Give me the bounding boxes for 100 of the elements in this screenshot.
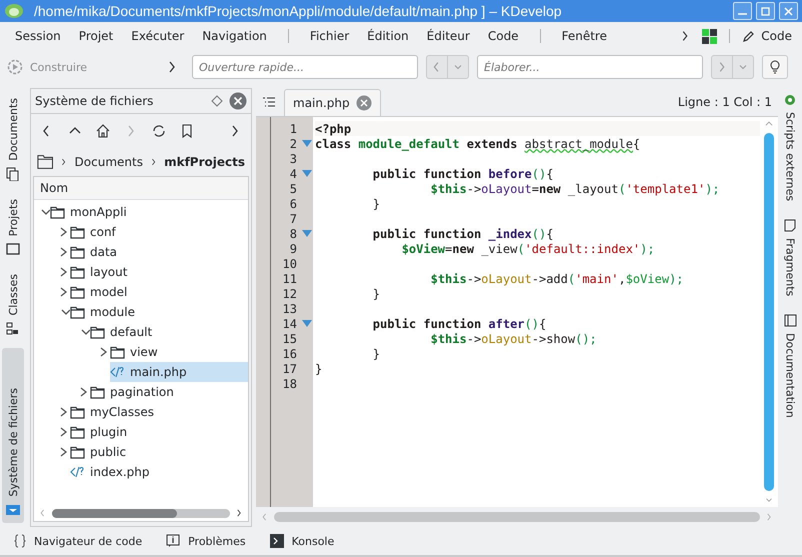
folder-icon bbox=[90, 326, 105, 338]
code-line: } bbox=[372, 346, 380, 360]
code-line: public function _index(){ bbox=[372, 226, 554, 240]
tree-item[interactable]: conf bbox=[70, 222, 248, 242]
side-tab[interactable]: Projets bbox=[2, 192, 24, 262]
line-number: 16 bbox=[282, 346, 297, 360]
tree-item[interactable]: default bbox=[90, 322, 248, 342]
menu-item[interactable]: Exécuter bbox=[122, 29, 194, 43]
menu-item[interactable]: Fichier bbox=[300, 29, 358, 43]
side-tab[interactable]: Fragments bbox=[784, 219, 796, 296]
grid-icon[interactable] bbox=[702, 28, 718, 44]
list-icon[interactable] bbox=[262, 96, 276, 108]
minimize-icon bbox=[738, 13, 747, 15]
outline-field[interactable]: Élaborer... bbox=[477, 55, 703, 79]
folder-icon bbox=[70, 406, 85, 418]
menu-item[interactable]: Code bbox=[478, 29, 528, 43]
side-tab[interactable]: Classes bbox=[2, 268, 24, 342]
breadcrumb-item[interactable]: mkfProjects bbox=[164, 155, 245, 169]
menu-item[interactable]: Éditeur bbox=[418, 29, 479, 43]
code-line: <?php bbox=[315, 122, 352, 136]
folder-icon bbox=[37, 154, 54, 170]
book-icon bbox=[784, 314, 796, 328]
breadcrumb-item[interactable]: Documents bbox=[74, 155, 143, 169]
code-line: } bbox=[372, 286, 380, 300]
horizontal-scrollbar[interactable] bbox=[52, 508, 230, 518]
menu-item[interactable]: Édition bbox=[358, 29, 418, 43]
close-icon[interactable] bbox=[356, 95, 372, 111]
close-icon[interactable] bbox=[229, 92, 247, 110]
tree-item[interactable]: view bbox=[110, 342, 248, 362]
menu-item[interactable]: Projet bbox=[70, 29, 122, 43]
line-number: 8 bbox=[288, 226, 297, 240]
code-area-button[interactable]: Code bbox=[742, 29, 796, 43]
terminal-icon bbox=[270, 534, 284, 548]
code-line: public function after(){ bbox=[372, 316, 546, 330]
line-number: 13 bbox=[282, 302, 297, 316]
tree-item[interactable]: plugin bbox=[70, 422, 248, 442]
gear-icon bbox=[6, 58, 24, 76]
tool-view-button[interactable]: Navigateur de code bbox=[14, 534, 142, 548]
cursor-position: Ligne : 1 Col : 1 bbox=[678, 95, 773, 109]
side-tab[interactable]: Scripts externes bbox=[784, 94, 796, 202]
project-icon bbox=[6, 242, 20, 256]
folder-icon bbox=[70, 426, 85, 438]
home-icon[interactable] bbox=[95, 123, 111, 139]
folder-icon bbox=[70, 446, 85, 458]
tool-view-button[interactable]: Konsole bbox=[270, 534, 334, 548]
tool-view-button[interactable]: Problèmes bbox=[166, 534, 246, 548]
tree-item[interactable]: public bbox=[70, 442, 248, 462]
line-number: 4 bbox=[288, 166, 297, 180]
line-number: 9 bbox=[288, 242, 297, 256]
quick-open-field[interactable]: Ouverture rapide... bbox=[192, 55, 418, 79]
tree-item[interactable]: model bbox=[70, 282, 248, 302]
tree-item[interactable]: monAppli bbox=[50, 202, 248, 222]
side-tab[interactable]: Documents bbox=[2, 92, 24, 187]
menu-item[interactable]: Navigation bbox=[193, 29, 276, 43]
column-header[interactable]: Nom bbox=[34, 177, 248, 200]
info-icon bbox=[166, 534, 180, 548]
close-button[interactable] bbox=[779, 2, 798, 20]
menu-item[interactable]: Fenêtre bbox=[552, 29, 616, 43]
code-line: $this->oLayout=new _layout('template1'); bbox=[430, 182, 720, 196]
line-number: 5 bbox=[288, 182, 297, 196]
folder-icon bbox=[6, 503, 20, 517]
side-tab[interactable]: Système de fichiers bbox=[2, 348, 24, 523]
tree-item[interactable]: index.php bbox=[70, 462, 248, 482]
code-line: $this->oLayout->show(); bbox=[430, 332, 597, 346]
close-icon bbox=[784, 6, 793, 16]
minimize-button[interactable] bbox=[733, 2, 752, 20]
tree-item[interactable]: data bbox=[70, 242, 248, 262]
gear-icon bbox=[784, 94, 796, 106]
line-number: 15 bbox=[282, 332, 297, 346]
folder-icon bbox=[70, 266, 85, 278]
maximize-button[interactable] bbox=[756, 2, 775, 20]
vertical-scrollbar[interactable] bbox=[764, 133, 774, 491]
line-number: 10 bbox=[282, 256, 297, 270]
code-line: $this->oLayout->add('main',$oView); bbox=[430, 272, 684, 286]
code-line: } bbox=[315, 362, 322, 376]
maximize-icon bbox=[761, 6, 770, 16]
line-number: 1 bbox=[288, 122, 297, 136]
float-icon[interactable] bbox=[211, 95, 223, 107]
menu-item[interactable]: Session bbox=[6, 29, 70, 43]
note-icon bbox=[784, 219, 796, 232]
editor-tab[interactable]: main.php bbox=[284, 89, 381, 116]
line-number: 2 bbox=[288, 136, 297, 150]
folder-icon bbox=[90, 386, 105, 398]
app-logo-icon bbox=[4, 3, 24, 19]
side-tab[interactable]: Documentation bbox=[784, 314, 796, 418]
folder-icon bbox=[70, 226, 85, 238]
hint-button[interactable] bbox=[762, 55, 788, 79]
pencil-icon bbox=[742, 30, 756, 42]
line-number: 12 bbox=[282, 286, 297, 300]
braces-icon bbox=[14, 534, 26, 548]
lightbulb-icon bbox=[770, 60, 780, 74]
tree-item[interactable]: myClasses bbox=[70, 402, 248, 422]
tree-item[interactable]: pagination bbox=[90, 382, 248, 402]
code-line: class module_default extends abstract_module{ bbox=[315, 136, 640, 150]
refresh-icon[interactable] bbox=[151, 123, 167, 139]
tree-item[interactable]: layout bbox=[70, 262, 248, 282]
tree-item[interactable]: module bbox=[70, 302, 248, 322]
tree-item[interactable]: main.php bbox=[110, 362, 248, 382]
horizontal-scrollbar[interactable] bbox=[274, 512, 760, 522]
panel-title: Système de fichiers bbox=[35, 94, 154, 108]
